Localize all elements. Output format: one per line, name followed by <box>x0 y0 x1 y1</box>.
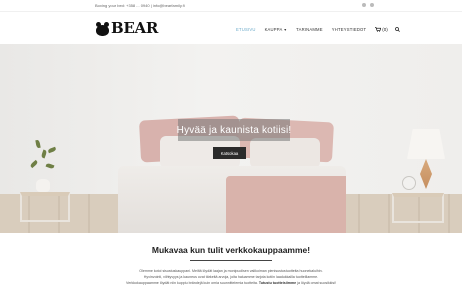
top-contact-bar: Boxing your bed: +358 ... 0940 | info@be… <box>0 0 462 12</box>
intro-text-line-3-post: ja löydä omat suosikkisi! <box>297 281 336 285</box>
hero-title-box: Hyvää ja kaunista kotiisi! <box>176 119 292 141</box>
cart-icon <box>375 27 382 32</box>
intro-text-line-3: Verkkokauppaamme löydät niin kuppiu brän… <box>95 281 367 285</box>
bed-throw <box>226 176 346 233</box>
nav-item-yhteystiedot[interactable]: YHTEYSTIEDOT <box>332 27 367 32</box>
intro-text-line-2: Hyvinvointi, viihtyvyys ja kauneus ovat … <box>143 275 319 279</box>
heading-divider <box>190 260 272 261</box>
intro-text-line-3-pre: Verkkokauppaamme löydät niin kuppiu brän… <box>126 281 258 285</box>
chevron-down-icon: ▼ <box>283 28 288 32</box>
nav-item-etusivu[interactable]: ETUSIVU <box>236 27 256 32</box>
search-button[interactable] <box>394 27 400 32</box>
logo[interactable]: BEAR <box>95 19 158 37</box>
lamp-shade <box>407 129 445 159</box>
nav-item-kauppa-label: KAUPPA <box>264 27 283 32</box>
cart-button[interactable]: (0) <box>375 27 388 32</box>
search-icon <box>394 27 400 32</box>
contact-info: Boxing your bed: +358 ... 0940 | info@be… <box>95 3 185 8</box>
intro-products-link[interactable]: Tutustu tuotteisiimme <box>259 281 296 285</box>
instagram-icon[interactable] <box>370 3 374 7</box>
hero-cta-button[interactable]: Katsokaa <box>213 147 246 159</box>
alarm-clock <box>402 176 416 190</box>
main-nav: ETUSIVU KAUPPA▼ TARINAMME YHTEYSTIEDOT (… <box>236 27 400 32</box>
intro-text-line-1: Olemme kotoi sisustuskauppani. Meiltä lö… <box>139 269 323 273</box>
pillow-white-right <box>250 138 320 168</box>
hero-title: Hyvää ja kaunista kotiisi! <box>176 124 292 136</box>
nightstand-right <box>392 193 444 223</box>
site-header: BEAR ETUSIVU KAUPPA▼ TARINAMME YHTEYSTIE… <box>0 12 462 44</box>
nav-item-tarinamme[interactable]: TARINAMME <box>296 27 323 32</box>
social-links <box>362 3 374 7</box>
facebook-icon[interactable] <box>362 3 366 7</box>
nav-item-kauppa[interactable]: KAUPPA▼ <box>265 27 288 32</box>
cart-count: (0) <box>382 27 388 32</box>
bear-logo-icon <box>95 21 110 36</box>
intro-heading: Mukavaa kun tulit verkkokauppaamme! <box>151 245 311 255</box>
logo-wordmark: BEAR <box>111 19 159 37</box>
nightstand-left <box>20 192 70 222</box>
plant-vase <box>36 179 50 192</box>
